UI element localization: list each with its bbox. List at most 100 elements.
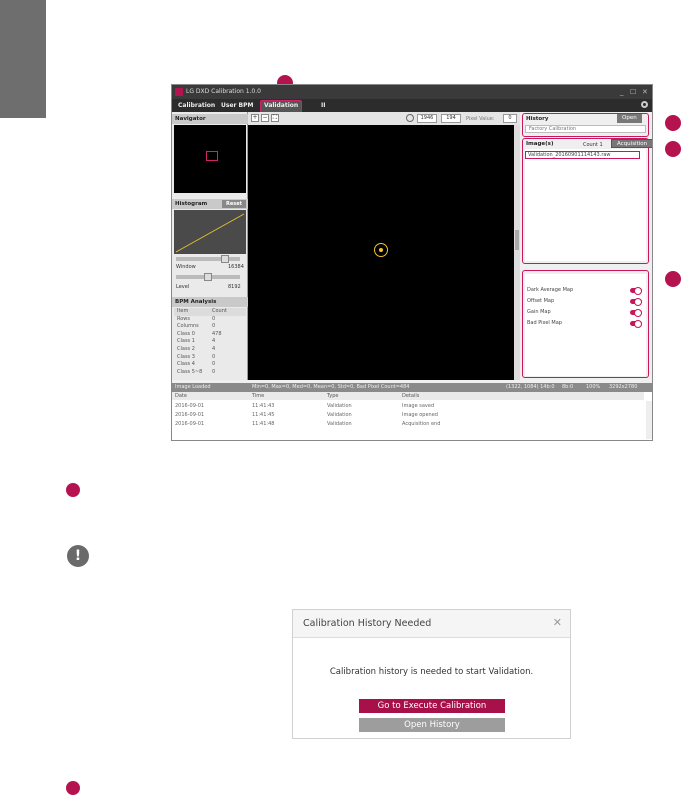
log-cell: 2016-09-01	[175, 403, 205, 409]
level-slider[interactable]	[176, 273, 240, 281]
histogram-curve	[175, 213, 245, 253]
status-8bit: 8b:0	[562, 384, 574, 390]
map-toggle[interactable]	[630, 298, 642, 306]
dialog-close-icon[interactable]: ✕	[553, 616, 562, 629]
window-label: Window	[176, 264, 196, 270]
menu-pause[interactable]: II	[321, 99, 325, 112]
navigator-viewport-box[interactable]	[206, 151, 218, 161]
history-select[interactable]: Factory Calibration	[525, 125, 646, 133]
coord-x-field[interactable]: 1946	[417, 114, 437, 123]
calibration-app-window: LG DXD Calibration 1.0.0 _ ☐ ✕ Calibrati…	[171, 84, 653, 441]
zoom-in-button[interactable]: +	[251, 114, 259, 122]
map-toggle[interactable]	[630, 287, 642, 295]
image-viewer[interactable]	[248, 125, 514, 380]
cursor-target-dot	[379, 248, 383, 252]
log-cell: Details	[402, 393, 420, 399]
navigator-view[interactable]	[174, 125, 246, 193]
magnifier-icon	[406, 114, 414, 122]
bullet-marker-2	[66, 781, 80, 795]
notice-icon: !	[67, 545, 89, 567]
window-slider[interactable]	[176, 255, 240, 263]
map-toggle-list: Dark Average Map Offset Map Gain Map Bad Pi…	[525, 274, 646, 376]
bpm-item: Class 4	[177, 361, 195, 368]
gear-icon[interactable]	[641, 101, 648, 108]
log-cell: 2016-09-01	[175, 421, 205, 427]
log-scrollbar[interactable]	[646, 401, 652, 439]
window-value: 16384	[228, 264, 244, 270]
bpm-item: Class 3	[177, 353, 195, 360]
minimize-button[interactable]: _	[620, 85, 624, 99]
log-cell: 2016-09-01	[175, 412, 205, 418]
pixel-value-field[interactable]: 0	[503, 114, 517, 123]
log-cell: Acquisition end	[402, 421, 441, 427]
table-row[interactable]: 2016-09-01 11:41:45 Validation Image opened	[172, 411, 644, 419]
table-row[interactable]: 2016-09-01 11:41:43 Validation Image saved	[172, 402, 644, 410]
open-history-dialog-button[interactable]: Open History	[359, 718, 505, 732]
bpm-table: Item Count Rows 0 Columns 0 Class 0 478 Class 1 4…	[174, 308, 246, 376]
log-cell: Validation	[327, 403, 352, 409]
level-label: Level	[176, 284, 190, 290]
open-history-button[interactable]: Open	[617, 114, 642, 123]
bpm-item: Class 2	[177, 345, 195, 352]
fit-button[interactable]: ⛶	[271, 114, 279, 122]
navigator-header: Navigator	[172, 114, 248, 124]
log-table: Date Time Type Details 2016-09-01 11:41:43 Val…	[172, 392, 652, 440]
status-size: 3292x2780	[609, 384, 638, 390]
table-row: Class 2 4	[174, 346, 246, 354]
table-row: Rows 0	[174, 316, 246, 324]
bpm-count: 0	[212, 323, 216, 330]
callout-marker-3	[665, 141, 681, 157]
log-header-row: Date Time Type Details	[172, 392, 644, 400]
bpm-header-item: Item	[177, 308, 189, 314]
log-cell: Time	[252, 393, 265, 399]
log-cell: Image saved	[402, 403, 435, 409]
table-row: Class 0 478	[174, 331, 246, 339]
log-cell: 11:41:43	[252, 403, 275, 409]
map-toggle[interactable]	[630, 320, 642, 328]
bpm-item: Columns	[177, 323, 199, 330]
table-row: Columns 0	[174, 323, 246, 331]
status-coords: (1322, 1084) 14b:0	[506, 384, 555, 390]
log-cell: Date	[175, 393, 187, 399]
reset-button[interactable]: Reset	[222, 200, 246, 208]
status-stats: Min=0, Max=0, Med=0, Mean=0, Std=0, Bad …	[252, 384, 410, 390]
log-cell: 11:41:48	[252, 421, 275, 427]
level-slider-thumb[interactable]	[204, 273, 212, 281]
side-tab	[0, 0, 46, 118]
log-cell: 11:41:45	[252, 412, 275, 418]
app-title: LG DXD Calibration 1.0.0	[186, 88, 261, 95]
image-list-item[interactable]: Validation_20160901114143.raw	[525, 151, 640, 159]
bpm-count: 0	[212, 368, 216, 375]
coord-y-field[interactable]: 194	[441, 114, 461, 123]
bpm-analysis-header: BPM Analysis	[172, 297, 248, 307]
bpm-count: 0	[212, 353, 216, 360]
map-label: Bad Pixel Map	[527, 320, 562, 326]
execute-calibration-button[interactable]: Go to Execute Calibration	[359, 699, 505, 713]
histogram-label: Histogram	[175, 201, 208, 207]
bpm-count: 0	[212, 361, 216, 368]
menu-calibration[interactable]: Calibration	[178, 99, 215, 112]
zoom-out-button[interactable]: −	[261, 114, 269, 122]
image-toolbar: + − ⛶ 1946 194 Pixel Value: 0	[248, 112, 520, 125]
window-slider-thumb[interactable]	[220, 255, 229, 263]
maximize-button[interactable]: ☐	[630, 85, 636, 99]
close-button[interactable]: ✕	[642, 85, 648, 99]
history-label: History	[526, 116, 549, 122]
bpm-item: Rows	[177, 315, 191, 322]
acquisition-button[interactable]: Acquisition	[611, 139, 652, 148]
map-toggle[interactable]	[630, 309, 642, 317]
dialog-title: Calibration History Needed	[303, 618, 432, 629]
viewer-scrollbar-thumb[interactable]	[515, 230, 519, 250]
image-count: Count 1	[583, 142, 603, 148]
map-label: Dark Average Map	[527, 287, 574, 293]
table-row[interactable]: 2016-09-01 11:41:48 Validation Acquisition …	[172, 420, 644, 428]
table-row: Class 3 0	[174, 354, 246, 362]
log-cell: Image opened	[402, 412, 438, 418]
menu-user-bpm[interactable]: User BPM	[221, 99, 254, 112]
callout-marker-4	[665, 271, 681, 287]
images-label: Image(s)	[526, 141, 554, 147]
dialog-header: Calibration History Needed ✕	[293, 610, 570, 638]
bpm-item: Class 0	[177, 330, 195, 337]
bpm-item: Class 5~8	[177, 368, 203, 375]
table-row: Class 4 0	[174, 361, 246, 369]
